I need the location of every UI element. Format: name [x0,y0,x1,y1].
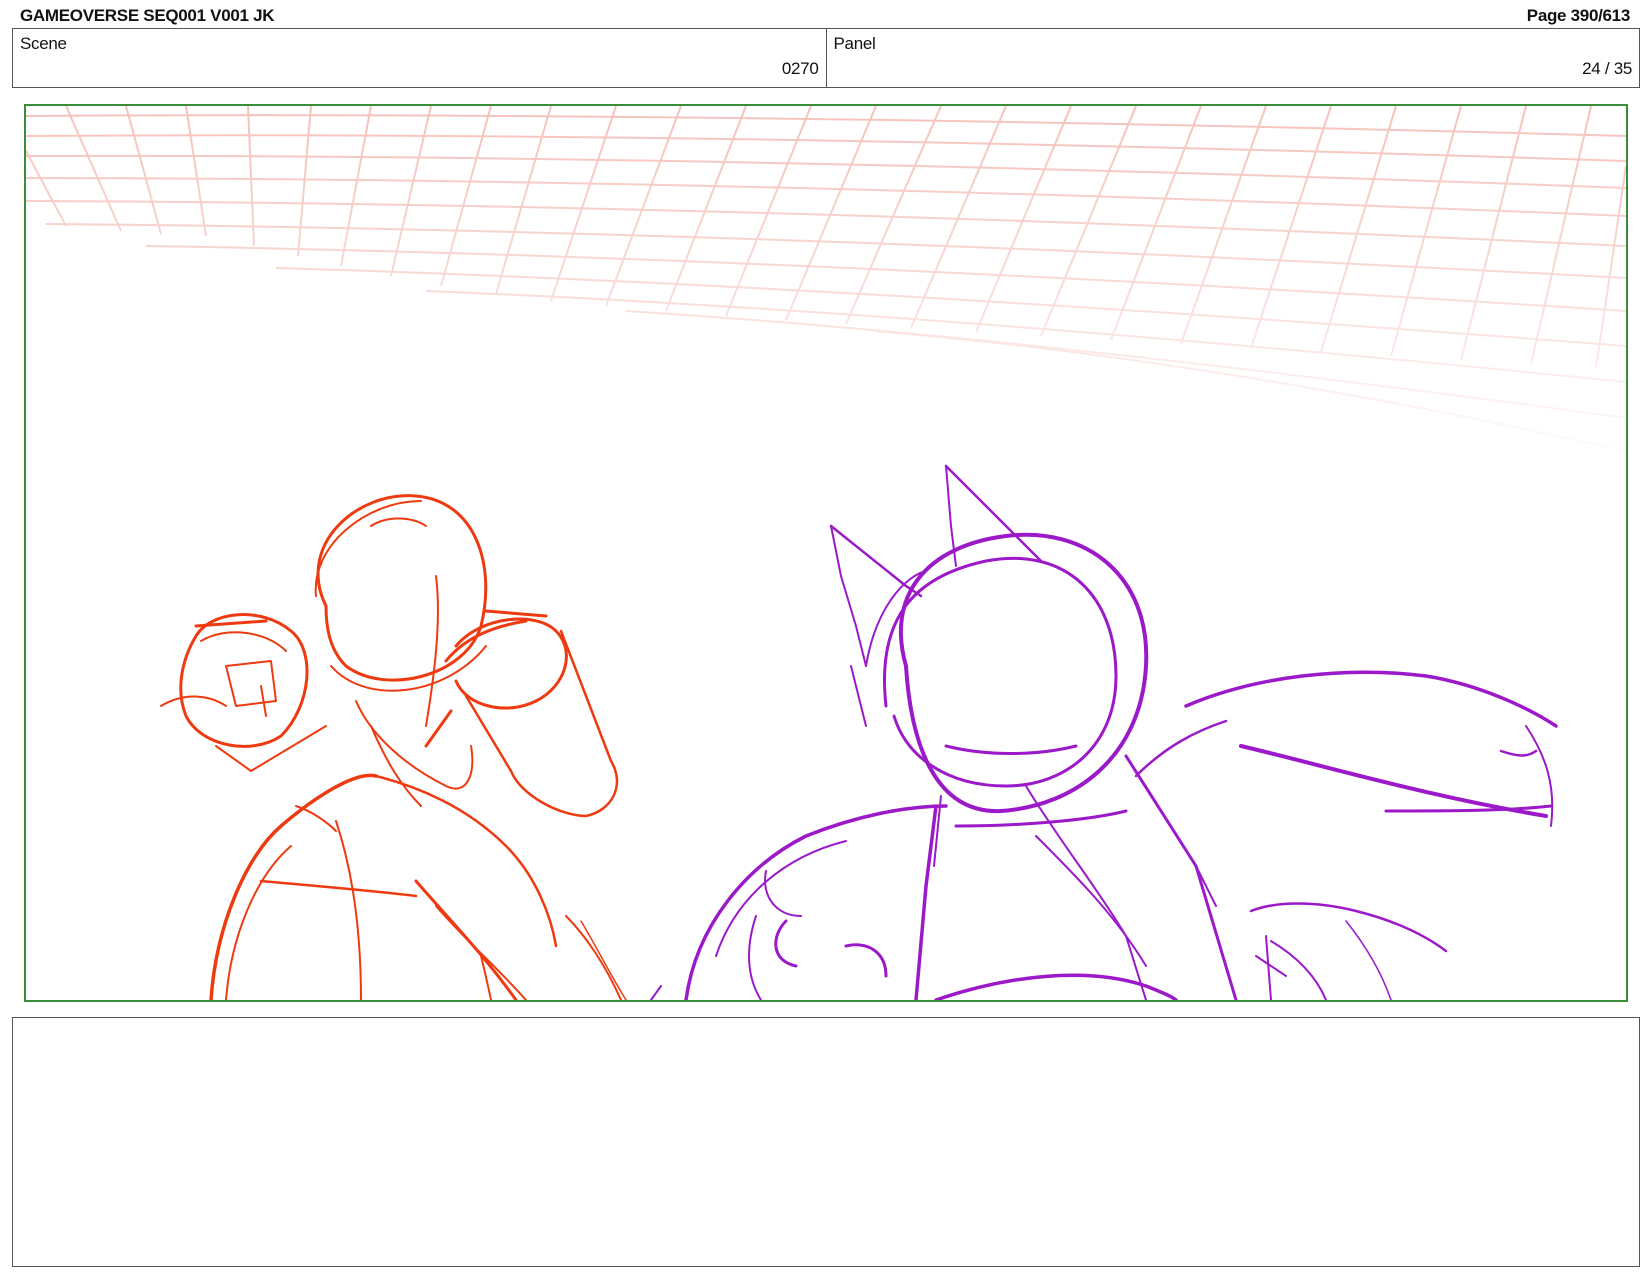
grid-fade [26,106,1626,466]
scene-cell: Scene 0270 [13,29,826,87]
scene-label: Scene [20,34,67,53]
info-bar: Scene 0270 Panel 24 / 35 [12,28,1640,88]
page-number: Page 390/613 [1526,6,1631,25]
panel-label: Panel [833,34,876,53]
character-left-sketch [160,494,627,1000]
document-title: GAMEOVERSE SEQ001 V001 JK [20,6,275,25]
storyboard-panel [24,104,1628,1002]
sketch-canvas [26,106,1626,1000]
notes-box [12,1017,1640,1267]
character-right-sketch [650,464,1558,1000]
scene-value: 0270 [781,59,819,78]
panel-value: 24 / 35 [1582,59,1632,78]
panel-cell: Panel 24 / 35 [825,29,1640,87]
